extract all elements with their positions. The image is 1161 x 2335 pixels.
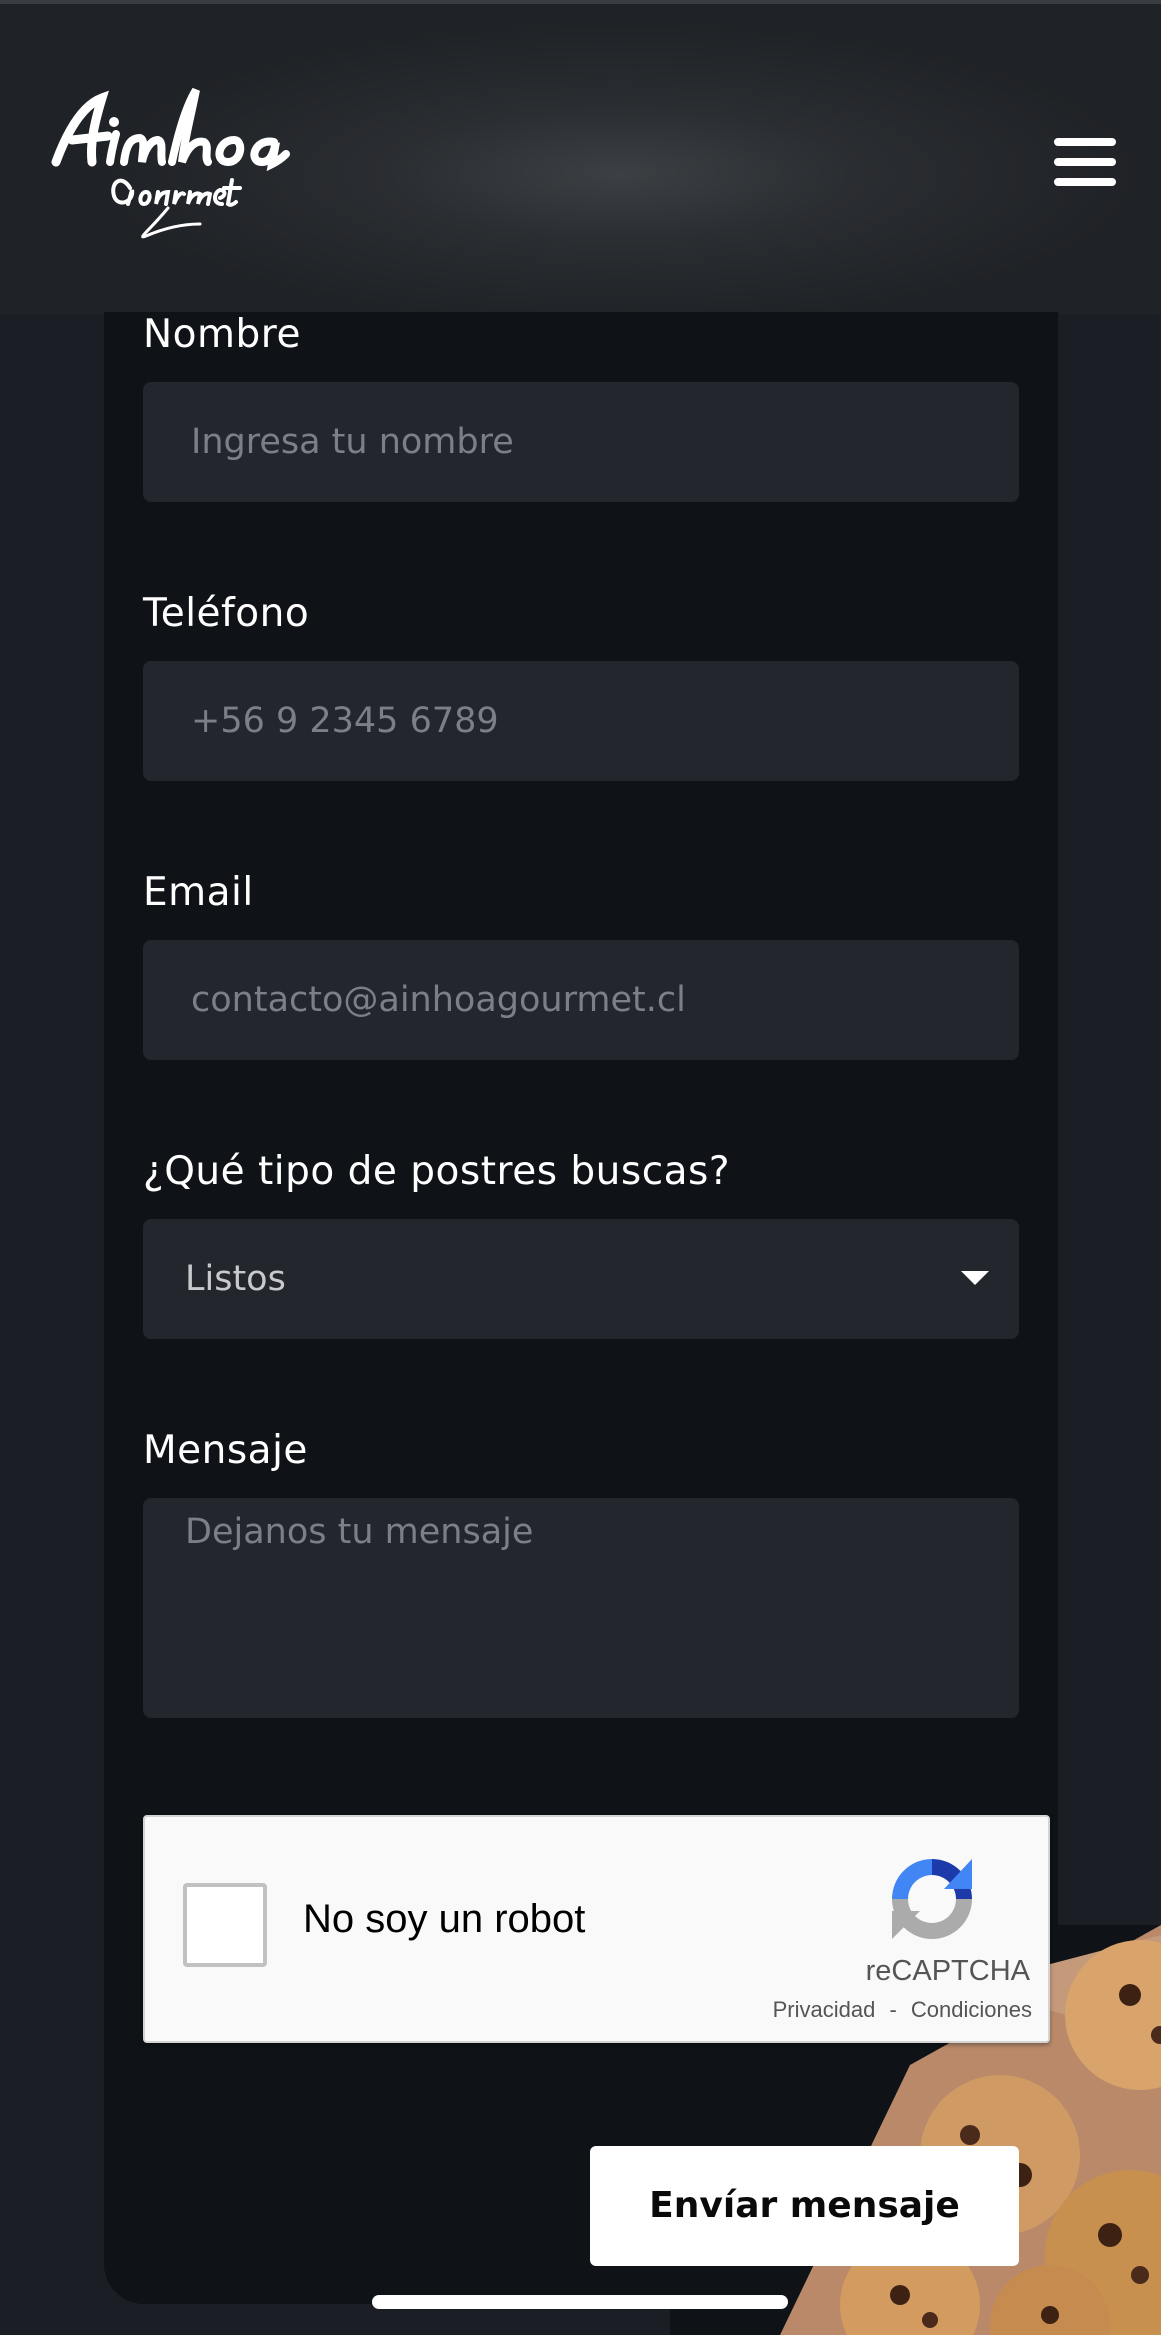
recaptcha-brand: reCAPTCHA [865,1955,1030,1987]
message-placeholder: Dejanos tu mensaje [185,1512,534,1552]
send-message-button[interactable]: Envíar mensaje [590,2146,1019,2266]
phone-label: Teléfono [143,591,310,636]
dessert-type-label: ¿Qué tipo de postres buscas? [143,1149,731,1194]
home-indicator [372,2295,788,2309]
recaptcha-terms-link[interactable]: Condiciones [911,1997,1032,2023]
menu-bar [1054,178,1116,186]
recaptcha-checkbox[interactable] [183,1883,267,1967]
name-label: Nombre [143,312,301,357]
recaptcha-label: No soy un robot [303,1897,586,1941]
phone-placeholder: +56 9 2345 6789 [191,701,499,741]
name-placeholder: Ingresa tu nombre [191,422,514,462]
menu-bar [1054,138,1116,146]
dessert-type-value: Listos [185,1259,286,1299]
phone-input[interactable]: +56 9 2345 6789 [143,661,1019,781]
ainhoa-gourmet-logo[interactable] [50,84,290,244]
site-header [0,4,1161,314]
name-input[interactable]: Ingresa tu nombre [143,382,1019,502]
recaptcha-widget: No soy un robot reCAPTCHA Privacidad - C… [143,1815,1050,2043]
chevron-down-icon [961,1271,989,1285]
email-input[interactable]: contacto@ainhoagourmet.cl [143,940,1019,1060]
recaptcha-links: Privacidad - Condiciones [725,1997,1032,2023]
message-textarea[interactable]: Dejanos tu mensaje [143,1498,1019,1718]
email-placeholder: contacto@ainhoagourmet.cl [191,980,686,1020]
dessert-type-select[interactable]: Listos [143,1219,1019,1339]
message-label: Mensaje [143,1428,308,1473]
email-label: Email [143,870,254,915]
hamburger-menu-icon[interactable] [1054,138,1116,186]
recaptcha-logo-icon [892,1859,972,1939]
recaptcha-link-separator: - [889,1997,897,2022]
menu-bar [1054,158,1116,166]
recaptcha-privacy-link[interactable]: Privacidad [773,1997,876,2023]
